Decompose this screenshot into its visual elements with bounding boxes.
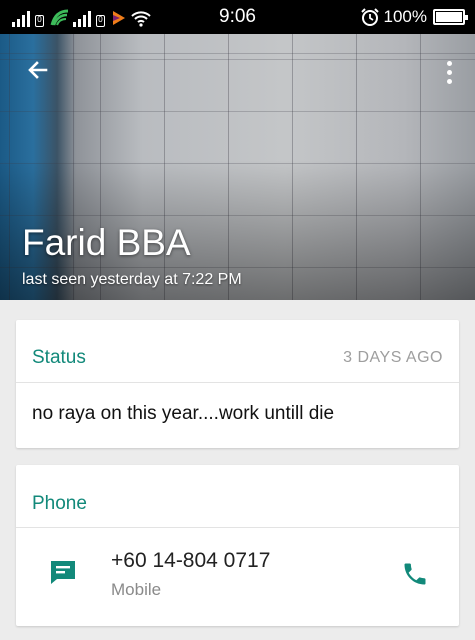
phone-icon xyxy=(404,563,426,585)
call-button[interactable] xyxy=(401,560,429,588)
phone-card: Phone +60 14-804 0717 Mobile xyxy=(16,465,459,626)
phone-type-label: Mobile xyxy=(111,580,162,599)
phone-title: Phone xyxy=(32,493,87,514)
status-text: no raya on this year....work untill die xyxy=(32,403,335,424)
alarm-icon xyxy=(360,8,379,26)
divider xyxy=(16,382,459,383)
arrow-back-icon xyxy=(28,61,48,79)
divider xyxy=(16,527,459,528)
last-seen-text: last seen yesterday at 7:22 PM xyxy=(22,271,242,288)
status-time-ago: 3 DAYS AGO xyxy=(343,349,443,366)
status-title: Status xyxy=(32,347,86,368)
status-bar: 0 0 9:06 100% xyxy=(0,0,475,34)
contact-header-photo: Farid BBA last seen yesterday at 7:22 PM xyxy=(0,34,475,300)
overflow-menu-button[interactable] xyxy=(437,52,461,92)
message-button[interactable] xyxy=(48,558,78,586)
status-icons-right: 100% xyxy=(360,7,468,27)
battery-icon xyxy=(433,9,468,25)
battery-percent: 100% xyxy=(383,7,427,26)
message-icon xyxy=(51,561,75,584)
contact-name: Farid BBA xyxy=(22,222,191,263)
back-button[interactable] xyxy=(18,50,58,90)
status-card: Status 3 DAYS AGO no raya on this year..… xyxy=(16,320,459,448)
phone-number[interactable]: +60 14-804 0717 xyxy=(111,549,270,573)
more-vert-icon xyxy=(446,60,452,66)
